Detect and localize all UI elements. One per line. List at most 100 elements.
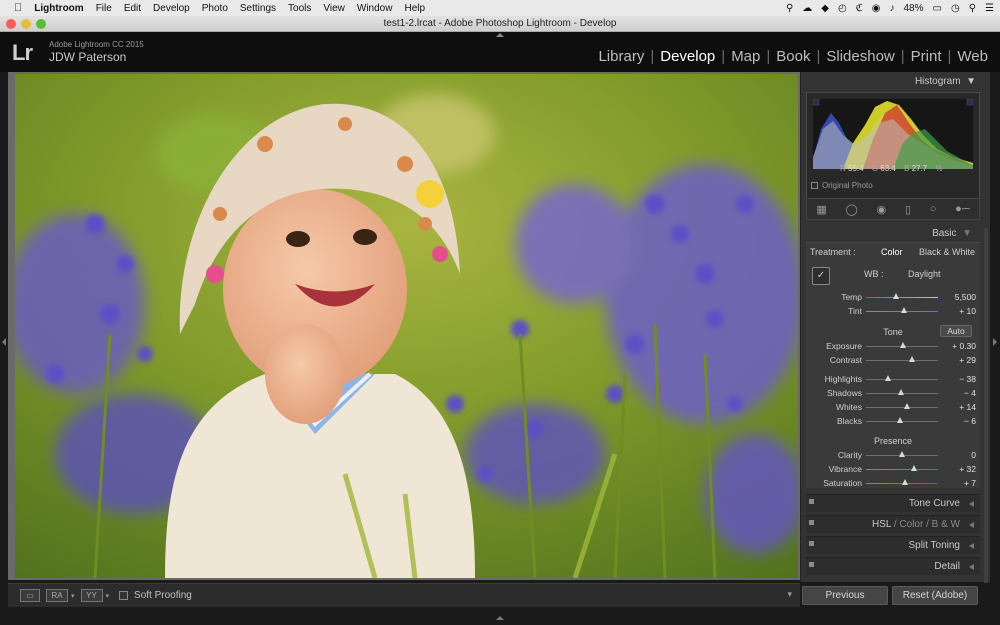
collapse-triangle-icon[interactable]: ▼	[959, 228, 972, 239]
adjustment-brush-icon[interactable]: ●─	[955, 203, 969, 215]
clock-icon[interactable]: ◷	[951, 3, 960, 14]
menu-photo[interactable]: Photo	[202, 3, 228, 14]
highlights-value[interactable]: − 38	[959, 372, 976, 386]
exposure-slider-handle[interactable]	[900, 342, 907, 348]
red-eye-icon[interactable]: ◉	[877, 203, 887, 216]
vibrance-slider[interactable]	[866, 469, 938, 470]
show-top-panel-arrow-icon[interactable]	[496, 33, 504, 37]
radial-filter-icon[interactable]: ○	[930, 203, 937, 215]
histogram-panel-header[interactable]: Histogram ▼	[915, 76, 976, 87]
vibrance-slider-handle[interactable]	[910, 465, 917, 471]
previous-button[interactable]: Previous	[802, 586, 888, 605]
highlights-slider[interactable]	[866, 379, 938, 380]
before-after-button[interactable]: RA	[46, 589, 68, 602]
clarity-value[interactable]: 0	[971, 448, 976, 462]
location-icon[interactable]: ⚲	[786, 3, 793, 14]
shadows-value[interactable]: − 4	[964, 386, 976, 400]
panel-switch-icon[interactable]	[809, 520, 814, 525]
menu-help[interactable]: Help	[404, 3, 425, 14]
module-print[interactable]: Print	[905, 48, 948, 65]
treatment-color-option[interactable]: Color	[881, 247, 903, 257]
detail-panel-header[interactable]: Detail	[806, 557, 980, 575]
contrast-slider-handle[interactable]	[909, 356, 916, 362]
expand-triangle-icon[interactable]	[969, 522, 974, 528]
menu-tools[interactable]: Tools	[288, 3, 311, 14]
panel-switch-icon[interactable]	[809, 562, 814, 567]
whites-value[interactable]: + 14	[959, 400, 976, 414]
module-library[interactable]: Library	[592, 48, 650, 65]
show-filmstrip-arrow-icon[interactable]	[496, 616, 504, 620]
contrast-slider[interactable]	[866, 360, 938, 361]
clarity-slider-handle[interactable]	[899, 451, 905, 457]
panel-switch-icon[interactable]	[809, 541, 814, 546]
white-balance-selector[interactable]: WB : Daylight	[864, 269, 941, 279]
creative-cloud-icon[interactable]: ☁	[802, 3, 812, 14]
battery-percent[interactable]: 48%	[904, 3, 924, 14]
tint-value[interactable]: + 10	[959, 304, 976, 318]
module-map[interactable]: Map	[725, 48, 766, 65]
menu-settings[interactable]: Settings	[240, 3, 276, 14]
menu-window[interactable]: Window	[357, 3, 393, 14]
bw-tab[interactable]: B & W	[932, 519, 960, 530]
blacks-value[interactable]: − 6	[964, 414, 976, 428]
tint-slider-handle[interactable]	[901, 307, 908, 313]
original-photo-checkbox[interactable]	[811, 182, 818, 189]
hsl-panel-header[interactable]: HSL / Color / B & W	[806, 515, 980, 533]
chevron-down-icon[interactable]: ▾	[71, 592, 75, 600]
hsl-tab[interactable]: HSL	[872, 519, 891, 530]
collapse-triangle-icon[interactable]: ▼	[963, 76, 976, 87]
graduated-filter-icon[interactable]: ▯	[905, 203, 911, 216]
menu-app-name[interactable]: Lightroom	[34, 3, 83, 14]
basic-panel-header[interactable]: Basic ▼	[932, 228, 972, 239]
tone-curve-panel-header[interactable]: Tone Curve	[806, 494, 980, 512]
before-after-mode-button[interactable]: YY	[80, 589, 103, 602]
time-machine-icon[interactable]: ◴	[838, 3, 847, 14]
apple-icon[interactable]: 	[14, 2, 22, 14]
chevron-down-icon[interactable]: ▾	[106, 592, 110, 600]
wb-value[interactable]: Daylight	[908, 269, 941, 279]
menu-file[interactable]: File	[96, 3, 112, 14]
module-slideshow[interactable]: Slideshow	[820, 48, 900, 65]
reset-button[interactable]: Reset (Adobe)	[892, 586, 978, 605]
module-develop[interactable]: Develop	[654, 48, 721, 65]
contrast-value[interactable]: + 29	[959, 353, 976, 367]
original-photo-toggle[interactable]: Original Photo	[811, 181, 873, 190]
dropbox-icon[interactable]: ◆	[821, 3, 829, 14]
saturation-value[interactable]: + 7	[964, 476, 976, 490]
spotlight-icon[interactable]: ⚲	[969, 3, 976, 14]
loupe-view-button[interactable]: ▭	[20, 589, 40, 602]
baby-bluebells-photo[interactable]	[15, 74, 798, 578]
zoom-window-button[interactable]	[36, 19, 46, 29]
bluetooth-icon[interactable]: ℭ	[856, 3, 863, 14]
battery-icon[interactable]: ▭	[933, 3, 942, 14]
toolbar-menu-chevron-icon[interactable]: ▾	[787, 589, 792, 600]
temp-value[interactable]: 5,500	[955, 290, 976, 304]
spot-removal-icon[interactable]: ◯	[846, 203, 858, 216]
notification-icon[interactable]: ☰	[985, 3, 994, 14]
temp-slider[interactable]	[866, 297, 938, 298]
color-tab[interactable]: Color	[899, 519, 923, 530]
highlights-slider-handle[interactable]	[885, 375, 892, 381]
white-balance-eyedropper-icon[interactable]: ✓	[812, 267, 830, 285]
show-left-panel-arrow-icon[interactable]	[2, 338, 6, 346]
module-book[interactable]: Book	[770, 48, 816, 65]
auto-tone-button[interactable]: Auto	[940, 325, 972, 337]
menu-edit[interactable]: Edit	[124, 3, 141, 14]
temp-slider-handle[interactable]	[893, 293, 900, 299]
saturation-slider-handle[interactable]	[901, 479, 908, 485]
show-right-panel-arrow-icon[interactable]	[993, 338, 997, 346]
histogram-graph[interactable]	[812, 98, 974, 169]
minimize-window-button[interactable]	[21, 19, 31, 29]
expand-triangle-icon[interactable]	[969, 543, 974, 549]
right-panel-scrollbar[interactable]	[984, 228, 988, 583]
crop-tool-icon[interactable]: ▦	[816, 203, 826, 216]
wifi-icon[interactable]: ◉	[872, 3, 881, 14]
menu-view[interactable]: View	[323, 3, 345, 14]
split-toning-panel-header[interactable]: Split Toning	[806, 536, 980, 554]
close-window-button[interactable]	[6, 19, 16, 29]
expand-triangle-icon[interactable]	[969, 564, 974, 570]
whites-slider[interactable]	[866, 407, 938, 408]
module-web[interactable]: Web	[951, 48, 994, 65]
blacks-slider-handle[interactable]	[896, 417, 903, 423]
soft-proofing-checkbox[interactable]	[119, 591, 129, 600]
